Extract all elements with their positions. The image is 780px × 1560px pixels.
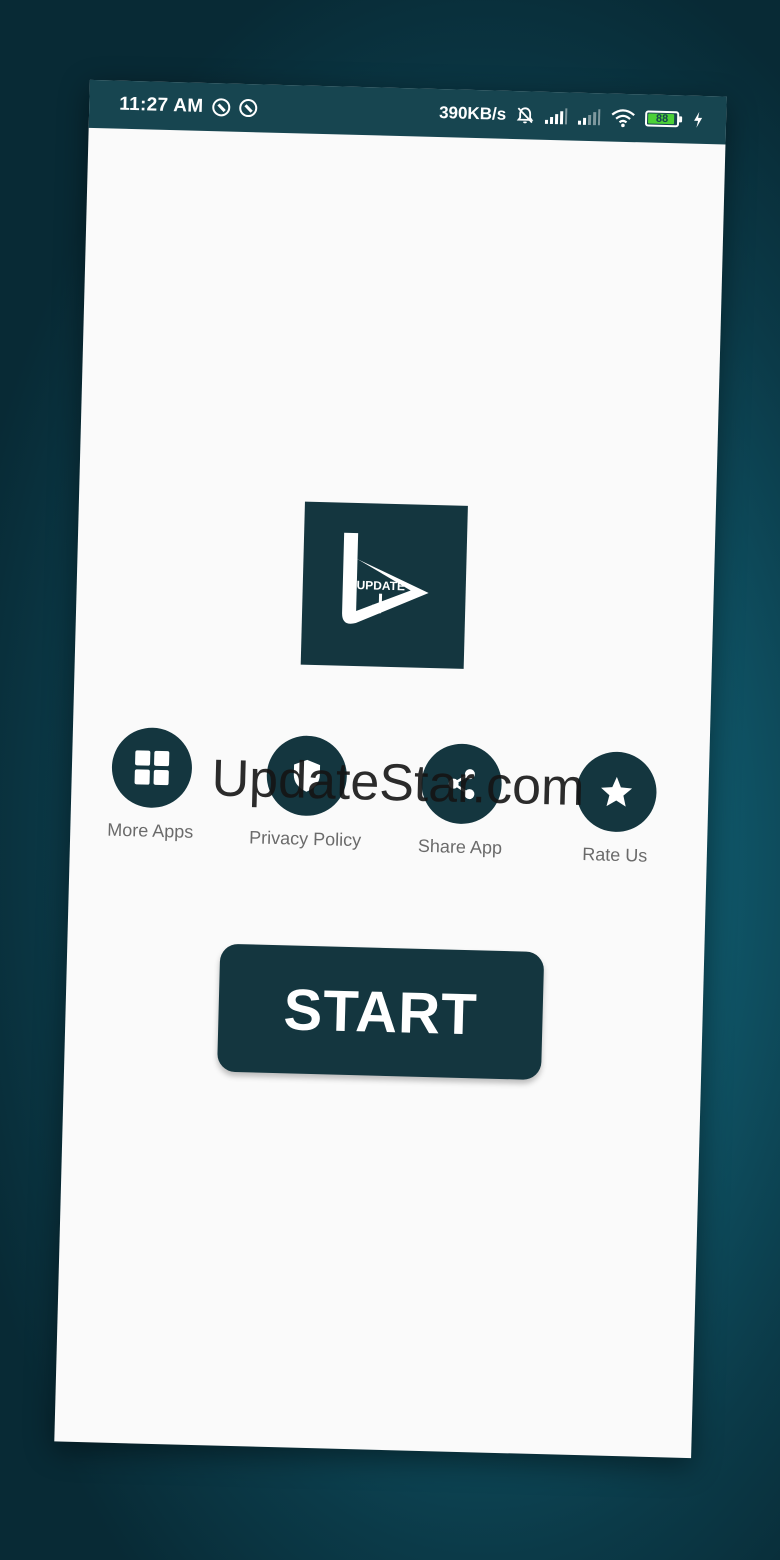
status-time: 11:27 AM (119, 93, 204, 117)
status-left: 11:27 AM (119, 94, 258, 120)
share-app-circle[interactable] (420, 742, 503, 825)
status-bar: 11:27 AM 390KB/s 88 (88, 79, 727, 145)
network-speed: 390KB/s (438, 103, 507, 124)
wifi-icon (611, 109, 635, 128)
share-app-button[interactable]: Share App (395, 742, 528, 859)
signal-icon (577, 109, 601, 126)
star-icon (601, 776, 633, 807)
share-icon (448, 769, 475, 800)
app-logo: UPDATE (300, 501, 468, 669)
privacy-policy-label: Privacy Policy (248, 827, 362, 851)
notification-ring-icon (239, 98, 258, 118)
shield-icon (293, 759, 321, 792)
logo-text: UPDATE (356, 578, 405, 593)
grid-icon (134, 750, 170, 786)
muted-bell-icon (516, 107, 534, 124)
update-play-logo-icon: UPDATE (342, 532, 429, 624)
phone-screen: 11:27 AM 390KB/s 88 UPDATE More Apps Pri… (54, 79, 727, 1459)
more-apps-button[interactable]: More Apps (85, 726, 218, 843)
rate-us-button[interactable]: Rate Us (550, 750, 683, 867)
more-apps-label: More Apps (107, 819, 194, 842)
share-app-label: Share App (417, 835, 503, 858)
privacy-policy-circle[interactable] (265, 734, 348, 817)
more-apps-circle[interactable] (110, 726, 193, 809)
charging-icon (694, 111, 703, 128)
status-right: 390KB/s 88 (439, 103, 705, 130)
battery-icon: 88 (644, 110, 680, 128)
privacy-policy-button[interactable]: Privacy Policy (240, 734, 373, 851)
start-button[interactable]: START (217, 943, 545, 1081)
notification-ring-icon (212, 98, 231, 117)
battery-level: 88 (655, 112, 669, 126)
menu-row: More Apps Privacy Policy Share App Rate … (84, 726, 687, 882)
signal-icon (544, 108, 568, 125)
rate-us-label: Rate Us (582, 844, 648, 866)
rate-us-circle[interactable] (575, 750, 658, 833)
